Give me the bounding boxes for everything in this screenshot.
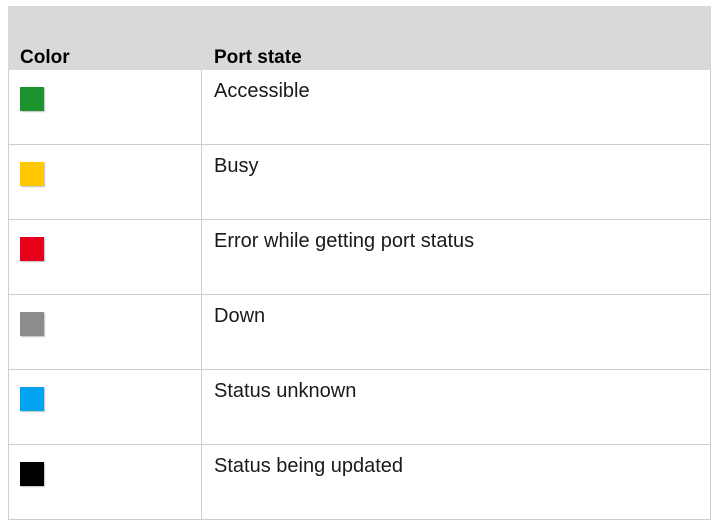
table-row: Status unknown [8, 369, 711, 445]
table-row: Down [8, 294, 711, 370]
port-state-cell: Status unknown [201, 369, 711, 445]
port-state-cell: Busy [201, 144, 711, 220]
port-state-cell: Error while getting port status [201, 219, 711, 295]
color-column-header: Color [8, 6, 202, 70]
table-row: Error while getting port status [8, 219, 711, 295]
port-state-cell: Down [201, 294, 711, 370]
down-color-swatch [20, 312, 44, 336]
busy-color-swatch [20, 162, 44, 186]
table-row: Accessible [8, 69, 711, 145]
error-color-swatch [20, 237, 44, 261]
header-row: Color Port state [8, 6, 711, 70]
color-cell [8, 294, 202, 370]
updating-color-swatch [20, 462, 44, 486]
unknown-color-swatch [20, 387, 44, 411]
port-state-legend-table: Color Port state Accessible Busy Error w… [8, 6, 711, 520]
color-cell [8, 369, 202, 445]
table-row: Busy [8, 144, 711, 220]
color-cell [8, 144, 202, 220]
accessible-color-swatch [20, 87, 44, 111]
port-state-column-header: Port state [201, 6, 711, 70]
color-cell [8, 219, 202, 295]
color-cell [8, 69, 202, 145]
port-state-cell: Accessible [201, 69, 711, 145]
